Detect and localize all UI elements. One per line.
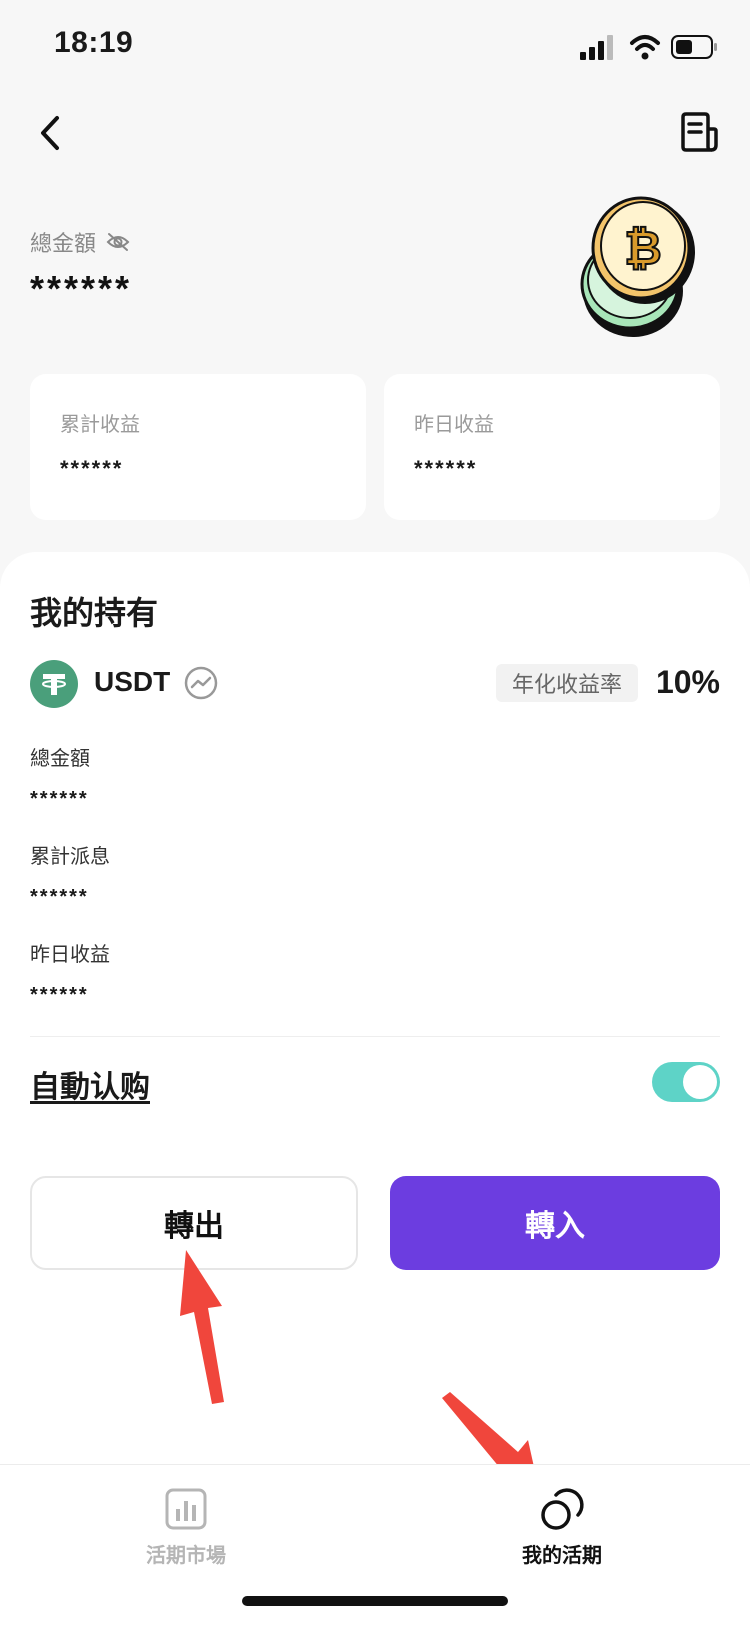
yesterday-earnings-label: 昨日收益 [414,414,494,436]
annotation-arrow-up-icon [180,1250,224,1404]
bitcoin-coin-illustration: ₿ [580,196,695,337]
detail-dividends-value: ****** [30,886,89,908]
wifi-icon [630,35,660,60]
coins-icon [541,1488,584,1530]
battery-icon [671,35,717,59]
usdt-icon [30,660,78,708]
total-amount-label-text: 總金額 [30,231,97,256]
document-icon [681,112,718,152]
detail-dividends-label: 累計派息 [30,846,110,868]
detail-total-value: ****** [30,788,89,810]
nav-market[interactable]: 活期市場 [96,1487,276,1568]
toggle-knob [683,1065,717,1099]
detail-total-label: 總金額 [30,748,90,770]
total-amount-value: ****** [30,268,133,309]
nav-my-flexible[interactable]: 我的活期 [472,1487,652,1568]
nav-market-label: 活期市場 [146,1545,226,1567]
detail-yesterday-value: ****** [30,984,89,1006]
transfer-in-button[interactable]: 轉入 [390,1176,720,1270]
auto-subscribe-label: 自動认购 [30,1071,150,1104]
back-button[interactable] [28,108,72,158]
yesterday-earnings-value: ****** [414,456,478,481]
cumulative-earnings-value: ****** [60,456,124,481]
token-name: USDT [94,666,171,697]
yesterday-earnings-card: 昨日收益 ****** [384,374,720,520]
divider [30,1036,720,1037]
cumulative-earnings-label: 累計收益 [60,414,140,436]
trend-chart-icon[interactable] [184,666,218,700]
tether-logo-icon [42,674,66,695]
holdings-title: 我的持有 [30,595,159,631]
nav-my-flexible-label: 我的活期 [522,1545,602,1567]
eye-off-icon[interactable] [106,232,130,252]
records-button[interactable] [674,108,722,156]
status-time: 18:19 [54,26,134,59]
apr-value: 10% [655,664,720,700]
detail-yesterday-label: 昨日收益 [30,944,110,966]
bar-chart-icon [165,1488,207,1530]
apr-label: 年化收益率 [496,664,639,702]
status-icons [580,35,717,60]
cumulative-earnings-card: 累計收益 ****** [30,374,366,520]
chevron-left-icon [41,116,59,150]
signal-icon [580,35,613,60]
bitcoin-symbol-icon: ₿ [624,222,662,274]
home-indicator [242,1596,508,1606]
auto-subscribe-toggle[interactable] [652,1062,720,1102]
total-amount-label: 總金額 [30,226,130,258]
